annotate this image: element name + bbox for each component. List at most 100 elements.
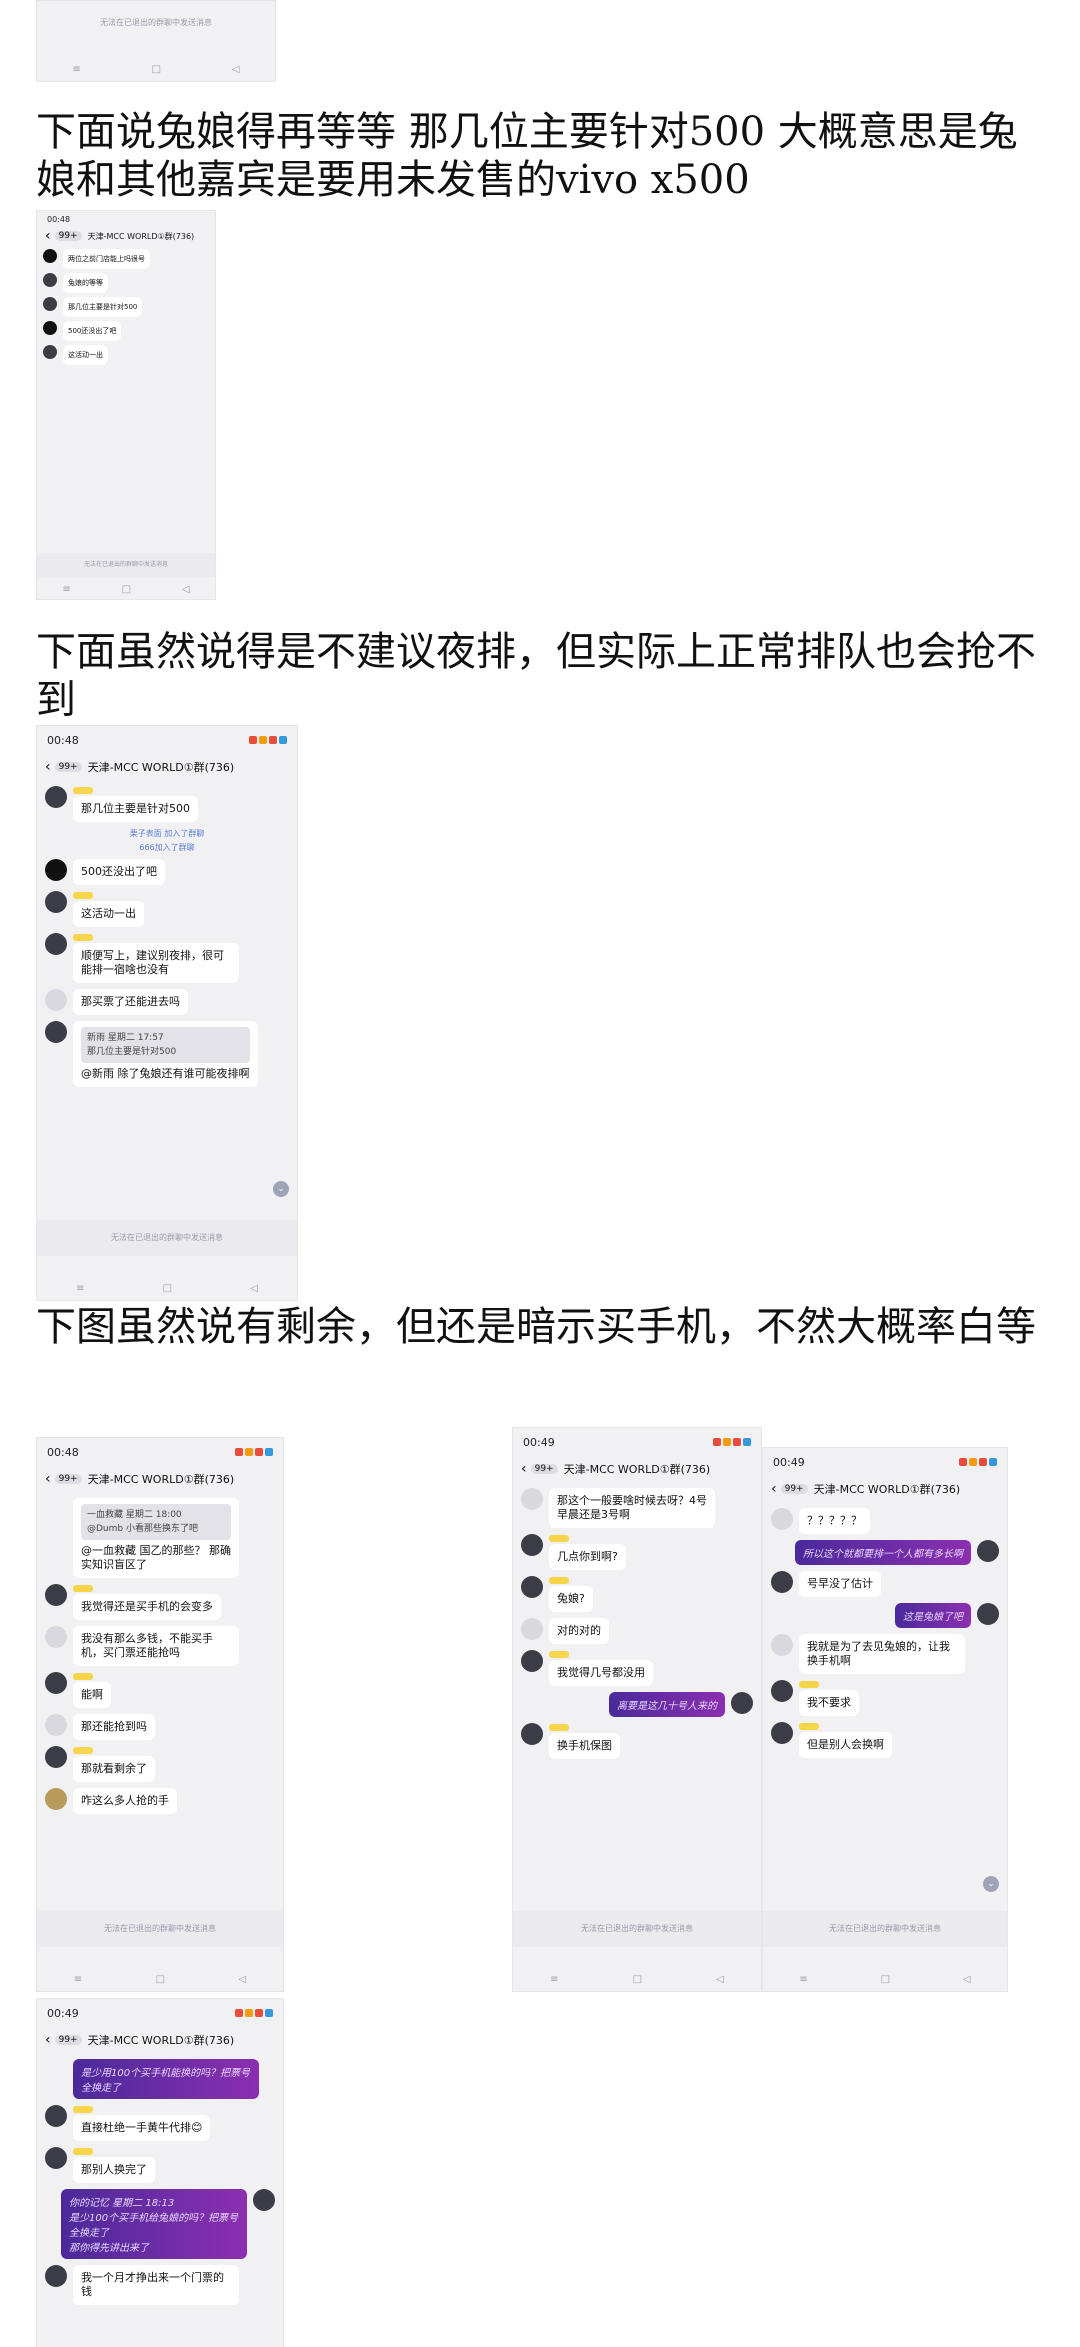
input-hint: 无法在已退出的群聊中发送消息 <box>37 553 215 577</box>
avatar <box>45 1021 67 1043</box>
ui-element <box>269 735 277 744</box>
status-icons <box>957 1456 997 1469</box>
ui-element <box>279 735 287 744</box>
message-bubble: 兔娘的等等 <box>63 273 108 293</box>
system-nav-bar: ≡ □ ◁ <box>37 579 215 599</box>
nav-menu-icon[interactable]: ≡ <box>550 1974 558 1985</box>
message-bubble: 但是别人会换啊 <box>799 1732 892 1758</box>
message-bubble-purple: 所以这个就都要排一个人都有多长啊 <box>795 1540 971 1565</box>
nav-back-icon[interactable]: ◁ <box>239 1974 247 1985</box>
nav-back-icon[interactable]: ◁ <box>963 1974 971 1985</box>
caption-2: 下面虽然说得是不建议夜排，但实际上正常排队也会抢不到 <box>36 629 1036 723</box>
user-tag <box>73 2147 96 2155</box>
chat-title: 天津-MCC WORLD①群(736) <box>563 1463 711 1476</box>
avatar <box>45 1584 67 1606</box>
ui-element <box>969 1457 977 1466</box>
nav-home-icon[interactable]: □ <box>156 1974 165 1985</box>
user-tag <box>73 1672 96 1680</box>
system-nav-bar: ≡ □ ◁ <box>37 1967 283 1991</box>
avatar <box>43 249 57 263</box>
nav-menu-icon[interactable]: ≡ <box>76 1283 84 1294</box>
system-nav-bar: ≡ □ ◁ <box>763 1967 1007 1991</box>
user-tag <box>73 1584 96 1592</box>
screenshot-chat-1: 00:48 ‹ 99+ 天津-MCC WORLD①群(736) 两位之前门店能上… <box>36 210 216 600</box>
avatar <box>45 1788 67 1810</box>
message-bubble: 我一个月才挣出来一个门票的钱 <box>73 2265 239 2305</box>
ui-element <box>959 1457 967 1466</box>
message-bubble: 号早没了估计 <box>799 1571 881 1597</box>
avatar <box>771 1508 793 1530</box>
ui-element <box>255 2008 263 2017</box>
back-arrow-icon[interactable]: ‹ <box>45 2032 51 2048</box>
ui-element <box>255 1447 263 1456</box>
avatar <box>43 297 57 311</box>
system-nav-bar: ≡ □ ◁ <box>37 1276 297 1300</box>
status-time: 00:49 <box>523 1435 555 1449</box>
nav-back-icon[interactable]: ◁ <box>716 1974 724 1985</box>
message-bubble: 能啊 <box>73 1682 111 1708</box>
user-tag <box>73 2105 96 2113</box>
avatar <box>521 1488 543 1510</box>
input-hint: 无法在已退出的群聊中发送消息 <box>37 1911 283 1947</box>
ui-element <box>979 1457 987 1466</box>
nav-menu-icon[interactable]: ≡ <box>799 1974 807 1985</box>
system-notice: 666加入了群聊 <box>139 843 195 852</box>
message-text: @新雨 除了兔娘还有谁可能夜排啊 <box>81 1067 250 1080</box>
message-bubble-purple: 你的记忆 星期二 18:13 是少100个买手机给兔娘的吗？把票号全换走了 那你… <box>61 2189 247 2259</box>
nav-menu-icon[interactable]: ≡ <box>72 64 80 75</box>
status-time: 00:49 <box>47 2006 79 2020</box>
status-time: 00:48 <box>47 214 71 224</box>
nav-back-icon[interactable]: ◁ <box>232 64 240 75</box>
message-bubble: 几点你到啊? <box>549 1544 626 1570</box>
back-arrow-icon[interactable]: ‹ <box>45 228 51 244</box>
avatar <box>45 2105 67 2127</box>
message-bubble: ？？？？？ <box>799 1508 870 1534</box>
back-arrow-icon[interactable]: ‹ <box>771 1481 777 1497</box>
back-arrow-icon[interactable]: ‹ <box>45 759 51 775</box>
message-bubble: 咋这么多人抢的手 <box>73 1788 177 1814</box>
message-bubble: 那几位主要是针对500 <box>63 297 143 317</box>
ui-element: 新雨 星期二 17:57 那几位主要是针对500 @新雨 除了兔娘还有谁可能夜排啊 <box>73 1021 258 1087</box>
message-bubble: 我觉得几号都没用 <box>549 1660 653 1686</box>
avatar <box>977 1603 999 1625</box>
message-bubble: 500还没出了吧 <box>73 859 165 885</box>
back-arrow-icon[interactable]: ‹ <box>521 1461 527 1477</box>
message-bubble: 我没有那么多钱，不能买手机，买门票还能抢吗 <box>73 1626 239 1666</box>
status-icons <box>711 1436 751 1449</box>
status-time: 00:48 <box>47 1445 79 1459</box>
avatar <box>45 1714 67 1736</box>
chat-title: 天津-MCC WORLD①群(736) <box>813 1483 961 1496</box>
message-bubble: 那几位主要是针对500 <box>73 796 198 822</box>
system-notice: 栗子表面 加入了群聊 <box>129 829 205 838</box>
message-bubble: 直接杜绝一手黄牛代排😊 <box>73 2115 211 2141</box>
nav-home-icon[interactable]: □ <box>633 1974 642 1985</box>
nav-home-icon[interactable]: □ <box>122 584 131 595</box>
nav-home-icon[interactable]: □ <box>163 1283 172 1294</box>
avatar <box>521 1723 543 1745</box>
chat-title: 天津-MCC WORLD①群(736) <box>87 1473 235 1486</box>
nav-menu-icon[interactable]: ≡ <box>62 584 70 595</box>
nav-home-icon[interactable]: □ <box>881 1974 890 1985</box>
input-hint: 无法在已退出的群聊中发送消息 <box>37 1220 297 1256</box>
avatar <box>771 1634 793 1656</box>
scroll-down-icon[interactable]: ⌄ <box>983 1876 999 1892</box>
nav-menu-icon[interactable]: ≡ <box>74 1974 82 1985</box>
nav-back-icon[interactable]: ◁ <box>182 584 190 595</box>
nav-back-icon[interactable]: ◁ <box>250 1283 258 1294</box>
avatar <box>45 891 67 913</box>
screenshot-chat-5: 00:49 ‹ 99+ 天津-MCC WORLD①群(736) ？？？？？ 所以… <box>762 1447 1008 1992</box>
unread-badge: 99+ <box>54 231 82 241</box>
message-bubble: 我不要求 <box>799 1690 859 1716</box>
user-tag <box>549 1534 572 1542</box>
ui-element <box>245 1447 253 1456</box>
unread-badge: 99+ <box>530 1464 558 1474</box>
nav-home-icon[interactable]: □ <box>152 64 161 75</box>
back-arrow-icon[interactable]: ‹ <box>45 1471 51 1487</box>
input-hint: 无法在已退出的群聊中发送消息 <box>513 1911 761 1947</box>
avatar <box>45 859 67 881</box>
scroll-down-icon[interactable]: ⌄ <box>273 1181 289 1197</box>
caption-3: 下图虽然说有剩余，但还是暗示买手机，不然大概率白等 <box>36 1304 1036 1350</box>
ui-element <box>265 2008 273 2017</box>
avatar <box>521 1618 543 1640</box>
avatar <box>771 1680 793 1702</box>
